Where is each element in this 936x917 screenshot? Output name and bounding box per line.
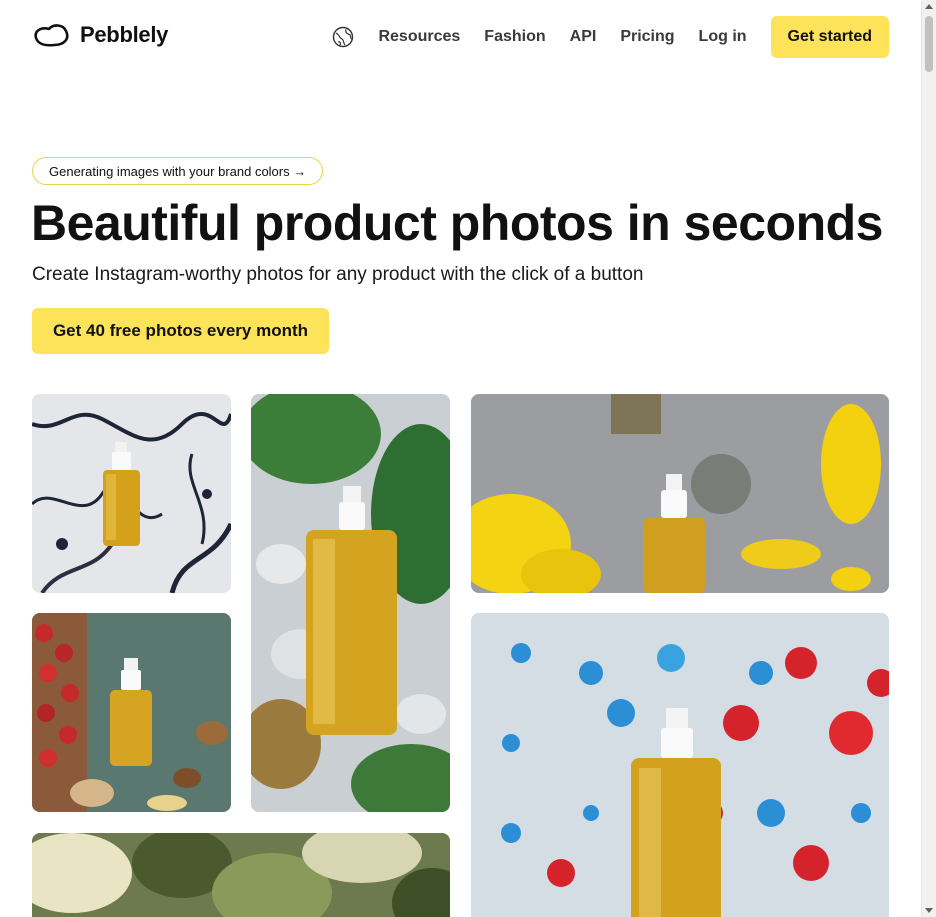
nav-link-fashion[interactable]: Fashion [484,28,545,46]
pebble-logo-icon [34,24,69,47]
top-navigation: Pebblely Resources Fashion API Pricing L… [0,0,921,74]
page-title: Beautiful product photos in seconds [31,195,883,251]
gallery-image-marble [32,394,231,593]
gallery-image-foliage [32,833,450,917]
gallery-image-flowers [471,394,889,593]
scrollbar-thumb[interactable] [925,16,933,72]
nav-link-api[interactable]: API [570,28,597,46]
globe-icon [333,26,354,48]
scroll-up-icon[interactable] [925,4,933,9]
gallery-image-paint [471,613,889,917]
gallery-image-leaves [251,394,450,812]
brand-logo[interactable]: Pebblely [32,20,168,50]
nav-link-resources[interactable]: Resources [378,28,460,46]
nav-links: Resources Fashion API Pricing Log in Get… [332,16,889,58]
language-selector[interactable] [332,26,354,48]
gallery-image-berries [32,613,231,812]
nav-link-pricing[interactable]: Pricing [620,28,674,46]
free-photos-button[interactable]: Get 40 free photos every month [32,308,329,354]
announcement-pill[interactable]: Generating images with your brand colors… [32,157,324,185]
scroll-down-icon[interactable] [925,908,933,913]
page-subtitle: Create Instagram-worthy photos for any p… [32,264,644,285]
get-started-button[interactable]: Get started [770,16,889,58]
brand-name: Pebblely [80,22,169,47]
vertical-scrollbar[interactable] [921,0,936,917]
nav-link-login[interactable]: Log in [699,28,747,46]
landing-page: Pebblely Resources Fashion API Pricing L… [0,0,921,917]
